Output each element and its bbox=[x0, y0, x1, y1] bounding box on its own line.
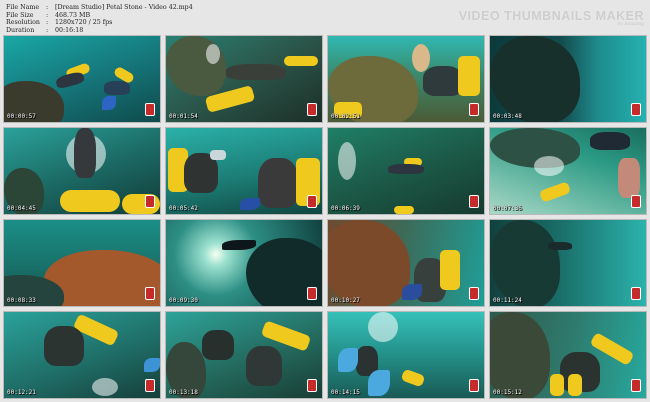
timestamp: 00:10:27 bbox=[331, 297, 360, 304]
timestamp: 00:15:12 bbox=[493, 389, 522, 396]
duration-value: 00:16:18 bbox=[55, 26, 84, 34]
thumbnail-12[interactable]: 00:11:24 bbox=[489, 219, 647, 307]
channel-logo-icon bbox=[307, 195, 317, 208]
timestamp: 00:06:39 bbox=[331, 205, 360, 212]
thumbnail-2[interactable]: 00:01:54 bbox=[165, 35, 323, 123]
resolution-row: Resolution : 1280x720 / 25 fps bbox=[6, 19, 113, 27]
thumbnail-14[interactable]: 00:13:18 bbox=[165, 311, 323, 399]
channel-logo-icon bbox=[145, 379, 155, 392]
timestamp: 00:04:45 bbox=[7, 205, 36, 212]
timestamp: 00:07:36 bbox=[493, 205, 522, 212]
file-name-row: File Name : [Dream Studio] Petal Stone -… bbox=[6, 4, 193, 11]
channel-logo-icon bbox=[469, 103, 479, 116]
thumbnail-8[interactable]: 00:07:36 bbox=[489, 127, 647, 215]
thumbnail-16[interactable]: 00:15:12 bbox=[489, 311, 647, 399]
timestamp: 00:05:42 bbox=[169, 205, 198, 212]
channel-logo-icon bbox=[631, 287, 641, 300]
brand-title: VIDEO THUMBNAILS MAKER bbox=[458, 9, 644, 23]
timestamp: 00:14:15 bbox=[331, 389, 360, 396]
channel-logo-icon bbox=[631, 103, 641, 116]
timestamp: 00:03:48 bbox=[493, 113, 522, 120]
timestamp: 00:13:18 bbox=[169, 389, 198, 396]
resolution-value: 1280x720 / 25 fps bbox=[55, 19, 113, 27]
channel-logo-icon bbox=[307, 287, 317, 300]
file-name-value: [Dream Studio] Petal Stone - Video 42.mp… bbox=[55, 4, 193, 11]
timestamp: 00:02:51 bbox=[331, 113, 360, 120]
channel-logo-icon bbox=[145, 103, 155, 116]
timestamp: 00:00:57 bbox=[7, 113, 36, 120]
file-name-label: File Name bbox=[6, 4, 40, 11]
timestamp: 00:09:30 bbox=[169, 297, 198, 304]
file-size-value: 468.73 MB bbox=[55, 11, 91, 19]
file-size-row: File Size : 468.73 MB bbox=[6, 11, 91, 19]
duration-label: Duration bbox=[6, 26, 35, 34]
channel-logo-icon bbox=[469, 287, 479, 300]
channel-logo-icon bbox=[307, 103, 317, 116]
thumbnail-13[interactable]: 00:12:21 bbox=[3, 311, 161, 399]
channel-logo-icon bbox=[145, 287, 155, 300]
channel-logo-icon bbox=[307, 379, 317, 392]
thumbnail-6[interactable]: 00:05:42 bbox=[165, 127, 323, 215]
channel-logo-icon bbox=[469, 195, 479, 208]
thumbnail-10[interactable]: 00:09:30 bbox=[165, 219, 323, 307]
thumbnail-9[interactable]: 00:08:33 bbox=[3, 219, 161, 307]
timestamp: 00:08:33 bbox=[7, 297, 36, 304]
thumbnail-7[interactable]: 00:06:39 bbox=[327, 127, 485, 215]
brand-watermark: VIDEO THUMBNAILS MAKER by Amazing bbox=[459, 9, 644, 27]
thumbnail-4[interactable]: 00:03:48 bbox=[489, 35, 647, 123]
channel-logo-icon bbox=[145, 195, 155, 208]
thumbnail-5[interactable]: 00:04:45 bbox=[3, 127, 161, 215]
channel-logo-icon bbox=[469, 379, 479, 392]
timestamp: 00:12:21 bbox=[7, 389, 36, 396]
thumbnail-15[interactable]: 00:14:15 bbox=[327, 311, 485, 399]
resolution-label: Resolution bbox=[6, 19, 40, 27]
thumbnail-11[interactable]: 00:10:27 bbox=[327, 219, 485, 307]
thumbnail-1[interactable]: 00:00:57 bbox=[3, 35, 161, 123]
file-size-label: File Size bbox=[6, 11, 34, 19]
duration-row: Duration : 00:16:18 bbox=[6, 26, 84, 34]
thumbnail-grid: 00:00:57 00:01:54 00:02:51 00:03:48 00:0… bbox=[3, 35, 647, 399]
thumbnail-3[interactable]: 00:02:51 bbox=[327, 35, 485, 123]
channel-logo-icon bbox=[631, 195, 641, 208]
timestamp: 00:01:54 bbox=[169, 113, 198, 120]
timestamp: 00:11:24 bbox=[493, 297, 522, 304]
file-info: File Name : [Dream Studio] Petal Stone -… bbox=[6, 4, 193, 34]
channel-logo-icon bbox=[631, 379, 641, 392]
